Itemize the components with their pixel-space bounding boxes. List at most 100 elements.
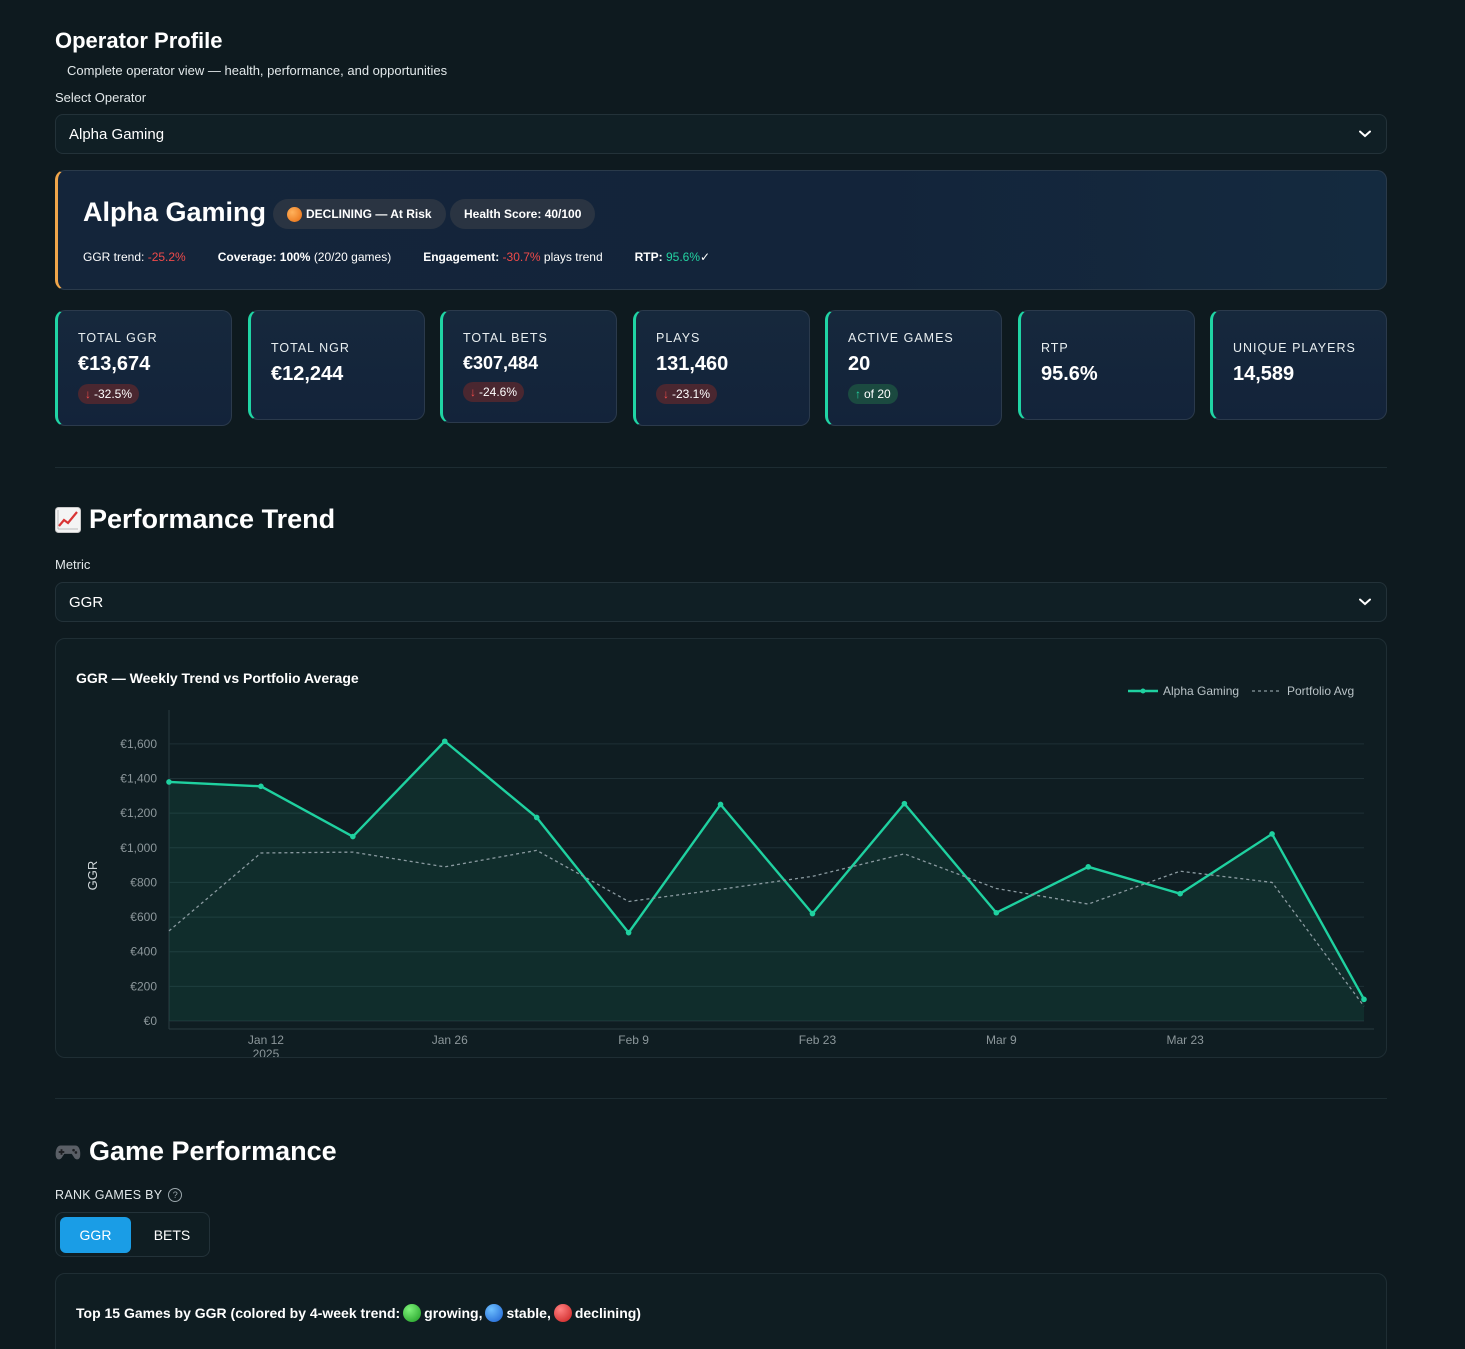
data-point[interactable] [350, 833, 356, 840]
rank-option-bets[interactable]: BETS [136, 1217, 208, 1253]
kpi-value: €13,674 [78, 353, 151, 375]
kpi-card-plays: PLAYS 131,460 ↓ -23.1% [633, 310, 810, 426]
coverage-stat: Coverage: 100% (20/20 games) [218, 250, 391, 264]
legend-label-operator[interactable]: Alpha Gaming [1163, 684, 1239, 698]
help-icon[interactable]: ? [168, 1188, 183, 1202]
data-point[interactable] [533, 814, 540, 821]
kpi-label: TOTAL NGR [271, 341, 350, 355]
rank-games-label-text: RANK GAMES BY [55, 1188, 163, 1202]
y-axis-label: GGR [85, 861, 100, 891]
trend-declining-text: declining) [574, 1305, 641, 1321]
data-point[interactable] [1269, 831, 1275, 837]
x-tick-year: 2025 [253, 1047, 280, 1057]
x-tick-label: Jan 26 [432, 1033, 468, 1047]
data-point[interactable] [1177, 890, 1183, 897]
x-tick-label: Mar 23 [1166, 1033, 1204, 1047]
data-point[interactable] [441, 738, 448, 745]
coverage-value: 100% [279, 250, 311, 264]
rtp-value: 95.6% [665, 250, 700, 264]
rtp-label: RTP: [634, 250, 663, 264]
rtp-stat: RTP: 95.6%✓ [635, 250, 710, 264]
kpi-card-total-ngr: TOTAL NGR €12,244 [248, 310, 425, 420]
kpi-delta: ↑ of 20 [848, 384, 898, 404]
data-point[interactable] [1085, 864, 1092, 870]
kpi-delta-text: -24.6% [479, 385, 518, 399]
orange-circle-icon [287, 206, 302, 222]
trend-chart[interactable]: €0 €200 €400 €600 €800 €1,000 €1,200 €1,400 €1,6… [56, 639, 1386, 1057]
kpi-card-rtp: RTP 95.6% [1018, 310, 1195, 420]
arrow-down-icon: ↓ [470, 385, 476, 399]
performance-title-text: Performance Trend [89, 504, 336, 534]
data-point[interactable] [625, 929, 632, 936]
game-title-text: Game Performance [89, 1136, 337, 1166]
kpi-value: €12,244 [271, 363, 344, 385]
metric-select[interactable]: GGR [55, 582, 1387, 622]
trend-chart-card: GGR — Weekly Trend vs Portfolio Average … [55, 638, 1387, 1058]
x-tick-label: Feb 9 [618, 1033, 649, 1047]
kpi-value: €307,484 [463, 353, 539, 373]
kpi-card-total-ggr: TOTAL GGR €13,674 ↓ -32.5% [55, 310, 232, 426]
section-divider [55, 1098, 1387, 1099]
y-tick-label: €1,400 [120, 772, 157, 786]
kpi-card-unique-players: UNIQUE PLAYERS 14,589 [1210, 310, 1387, 420]
series-area-fill [169, 741, 1364, 1021]
arrow-up-icon: ↑ [855, 387, 861, 401]
status-badge-text: DECLINING — At Risk [306, 207, 432, 221]
checkmark-icon: ✓ [700, 250, 711, 264]
kpi-delta: ↓ -32.5% [78, 384, 140, 404]
data-point[interactable] [809, 910, 816, 917]
kpi-value: 20 [848, 353, 871, 375]
ggr-trend-value: -25.2% [147, 250, 186, 264]
kpi-label: TOTAL BETS [463, 331, 548, 345]
coverage-detail: (20/20 games) [313, 250, 392, 264]
status-badge: DECLINING — At Risk [273, 199, 446, 229]
kpi-delta-text: of 20 [864, 387, 891, 401]
operator-health-card: Alpha Gaming DECLINING — At Risk Health … [55, 170, 1387, 290]
ggr-trend-stat: GGR trend: -25.2% [83, 250, 186, 264]
data-point[interactable] [1361, 996, 1367, 1003]
kpi-value: 14,589 [1233, 363, 1295, 385]
kpi-delta-text: -23.1% [672, 387, 711, 401]
chart-title-prefix: Top 15 Games by GGR (colored by 4-week t… [76, 1305, 401, 1321]
kpi-label: ACTIVE GAMES [848, 331, 954, 345]
y-tick-label: €600 [130, 910, 157, 924]
page-subtitle: Complete operator view — health, perform… [67, 63, 448, 78]
metric-select-value: GGR [69, 593, 104, 611]
operator-select[interactable]: Alpha Gaming [55, 114, 1387, 154]
red-circle-icon [553, 1304, 572, 1322]
kpi-delta: ↓ -23.1% [656, 384, 718, 404]
metric-select-label: Metric [55, 557, 91, 572]
kpi-card-active-games: ACTIVE GAMES 20 ↑ of 20 [825, 310, 1002, 426]
top-games-chart-title: Top 15 Games by GGR (colored by 4-week t… [76, 1304, 641, 1322]
kpi-label: UNIQUE PLAYERS [1233, 341, 1356, 355]
data-point[interactable] [901, 800, 908, 807]
trend-stable-text: stable, [506, 1305, 551, 1321]
game-controller-icon [55, 1139, 81, 1165]
kpi-label: TOTAL GGR [78, 331, 158, 345]
kpi-card-total-bets: TOTAL BETS €307,484 ↓ -24.6% [440, 310, 617, 423]
x-tick-label: Mar 9 [986, 1033, 1017, 1047]
rank-toggle: GGR BETS [55, 1212, 210, 1257]
arrow-down-icon: ↓ [663, 387, 669, 401]
y-tick-label: €0 [144, 1014, 158, 1028]
rank-games-label: RANK GAMES BY ? [55, 1188, 183, 1202]
chevron-down-icon [1358, 595, 1372, 609]
data-point[interactable] [166, 779, 172, 785]
engagement-stat: Engagement: -30.7% plays trend [423, 250, 602, 264]
y-tick-label: €800 [130, 875, 157, 889]
data-point[interactable] [717, 801, 724, 808]
data-point[interactable] [258, 783, 264, 790]
blue-circle-icon [485, 1304, 504, 1322]
y-tick-label: €1,200 [120, 806, 157, 820]
kpi-delta: ↓ -24.6% [463, 382, 525, 402]
chevron-down-icon [1358, 127, 1372, 141]
rank-option-ggr[interactable]: GGR [60, 1217, 131, 1253]
y-tick-label: €1,600 [120, 737, 157, 751]
section-divider [55, 467, 1387, 468]
operator-select-label: Select Operator [55, 90, 147, 105]
kpi-label: RTP [1041, 341, 1069, 355]
legend-label-portfolio[interactable]: Portfolio Avg [1287, 684, 1354, 698]
operator-select-value: Alpha Gaming [69, 125, 165, 143]
engagement-value: -30.7% [502, 250, 541, 264]
data-point[interactable] [993, 909, 1000, 916]
